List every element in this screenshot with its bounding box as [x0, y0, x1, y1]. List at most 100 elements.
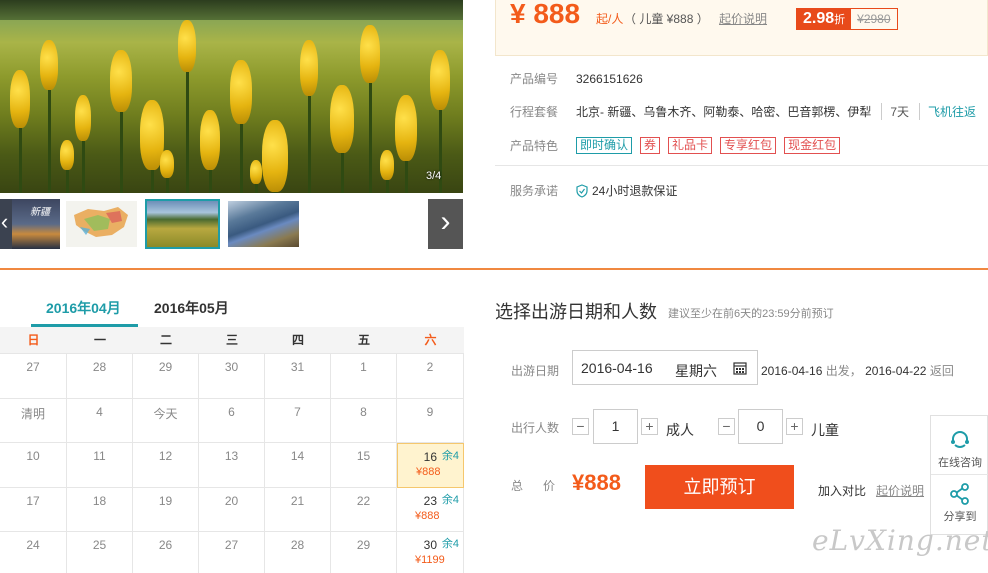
tab-2016-05[interactable]: 2016年05月 — [154, 298, 229, 318]
flower — [395, 95, 417, 161]
share-icon — [950, 483, 969, 505]
tree-line — [0, 0, 463, 20]
month-tabs: 2016年04月 2016年05月 — [0, 290, 463, 328]
flower — [330, 85, 354, 153]
side-divider — [931, 474, 988, 475]
calendar-weekday-header: 日 一 二 三 四 五 六 — [0, 327, 464, 353]
meadow-thumbnail[interactable] — [145, 199, 220, 249]
date-picker-input[interactable]: 2016-04-16 星期六 — [572, 350, 758, 385]
flower-stem — [186, 72, 189, 193]
child-label: 儿童 — [811, 422, 839, 438]
day-number: 26 — [158, 538, 173, 552]
day-number: 22 — [356, 493, 371, 508]
price-value: ¥ 888 — [510, 0, 581, 29]
day-number: 18 — [92, 493, 107, 508]
calendar-day: 29 — [331, 532, 397, 573]
calendar-day: 7 — [265, 398, 331, 443]
flight-link[interactable]: 飞机往返 — [919, 103, 976, 120]
trip-days: 7天 — [881, 103, 909, 120]
day-price: ¥1199 — [415, 554, 445, 566]
people-label: 出行人数 — [511, 421, 560, 435]
flower — [160, 150, 174, 178]
map-thumbnail[interactable] — [64, 199, 139, 249]
total-price: ¥888 — [572, 470, 621, 495]
total-label: 总价 — [511, 479, 576, 493]
flower-stem — [341, 153, 344, 193]
calendar-day: 18 — [67, 487, 133, 532]
flower-stem — [405, 161, 408, 193]
calendar-day-available[interactable]: 23 余4 ¥888 — [397, 487, 464, 532]
flower-stem — [255, 184, 258, 193]
day-number: 20 — [224, 493, 239, 508]
booking-subtitle: 建议至少在前6天的23:59分前预订 — [668, 308, 834, 320]
day-number: 28 — [92, 360, 107, 374]
thumbnail-strip: ‹ 新疆 › — [0, 197, 463, 251]
day-number: 25 — [92, 538, 107, 552]
day-number: 15 — [356, 449, 371, 463]
day-number: 8 — [360, 404, 367, 419]
product-code-row: 产品编号 3266151626 — [510, 71, 643, 87]
calendar-day: 22 — [331, 487, 397, 532]
date-range-text: 2016-04-16 出发， 2016-04-22 返回 — [761, 364, 954, 378]
divider — [495, 165, 988, 166]
price-unit: 起/人 — [596, 12, 624, 26]
day-number: 29 — [158, 360, 173, 374]
flower-stem — [308, 96, 311, 193]
section-divider — [0, 268, 988, 270]
calendar-day: 21 — [265, 487, 331, 532]
refund-promise: 24小时退款保证 — [592, 184, 678, 198]
flower-stem — [386, 180, 389, 193]
calendar-day-available[interactable]: 30 余4 ¥1199 — [397, 532, 464, 573]
remaining-seats: 余4 — [441, 538, 459, 550]
calendar-day: 20 — [199, 487, 265, 532]
prev-arrow-icon[interactable]: ‹ — [0, 199, 12, 249]
main-product-image[interactable]: 3/4 — [0, 0, 463, 193]
price-info-link[interactable]: 起价说明 — [876, 482, 924, 499]
calendar-day: 今天 — [133, 398, 199, 443]
calendar-day-available[interactable]: 16 余4 ¥888 — [397, 443, 464, 488]
calendar-day: 8 — [331, 398, 397, 443]
route-row: 行程套餐 北京- 新疆、乌鲁木齐、阿勒泰、哈密、巴音郭楞、伊犁 7天 飞机往返 — [510, 103, 977, 120]
shield-icon — [576, 183, 588, 198]
calendar-day: 12 — [133, 443, 199, 488]
flower-stem — [48, 90, 51, 193]
adult-minus-button[interactable]: − — [572, 418, 589, 435]
calendar-day: 14 — [265, 443, 331, 488]
calendar-day: 24 — [0, 532, 67, 573]
adult-plus-button[interactable]: + — [641, 418, 658, 435]
original-price: ¥2980 — [857, 12, 891, 26]
flower — [380, 150, 394, 180]
child-minus-button[interactable]: − — [718, 418, 735, 435]
booking-title: 选择出游日期和人数 — [495, 302, 657, 322]
partial-thumbnail[interactable]: 新疆 — [12, 199, 60, 249]
day-number: 2 — [426, 360, 434, 374]
tab-2016-04[interactable]: 2016年04月 — [46, 298, 121, 318]
adult-count-input[interactable]: 1 — [593, 409, 638, 444]
child-plus-button[interactable]: + — [786, 418, 803, 435]
share-button[interactable]: 分享到 — [931, 482, 988, 524]
add-compare-link[interactable]: 加入对比 — [818, 482, 866, 499]
flower — [110, 50, 132, 112]
book-now-button[interactable]: 立即预订 — [645, 465, 794, 509]
day-number: 11 — [93, 449, 106, 463]
day-number: 30 — [224, 360, 239, 374]
flower — [360, 25, 380, 83]
discount-badge: 2.98折 ¥2980 — [796, 8, 898, 30]
calendar-day: 15 — [331, 443, 397, 488]
child-count-input[interactable]: 0 — [738, 409, 783, 444]
map-image-icon — [74, 207, 128, 237]
side-toolbar: 在线咨询 分享到 — [930, 415, 988, 535]
calendar-grid: 27 28 29 30 31 1 2 清明 4 今天 6 7 8 9 10 11 12 13 14 15 16 余4 ¥88… — [0, 353, 464, 573]
calendar-day: 4 — [67, 398, 133, 443]
remaining-seats: 余4 — [441, 450, 459, 462]
flower — [230, 60, 252, 124]
flower — [430, 50, 450, 110]
next-arrow-icon[interactable]: › — [428, 199, 463, 249]
day-number: 27 — [26, 360, 40, 374]
discount-rate: 2.98折 — [797, 9, 852, 29]
price-note-link[interactable]: 起价说明 — [719, 10, 767, 27]
river-thumbnail[interactable] — [226, 199, 301, 249]
day-number: 清明 — [20, 406, 45, 421]
online-consult-button[interactable]: 在线咨询 — [931, 428, 988, 470]
flower-stem — [209, 170, 212, 193]
